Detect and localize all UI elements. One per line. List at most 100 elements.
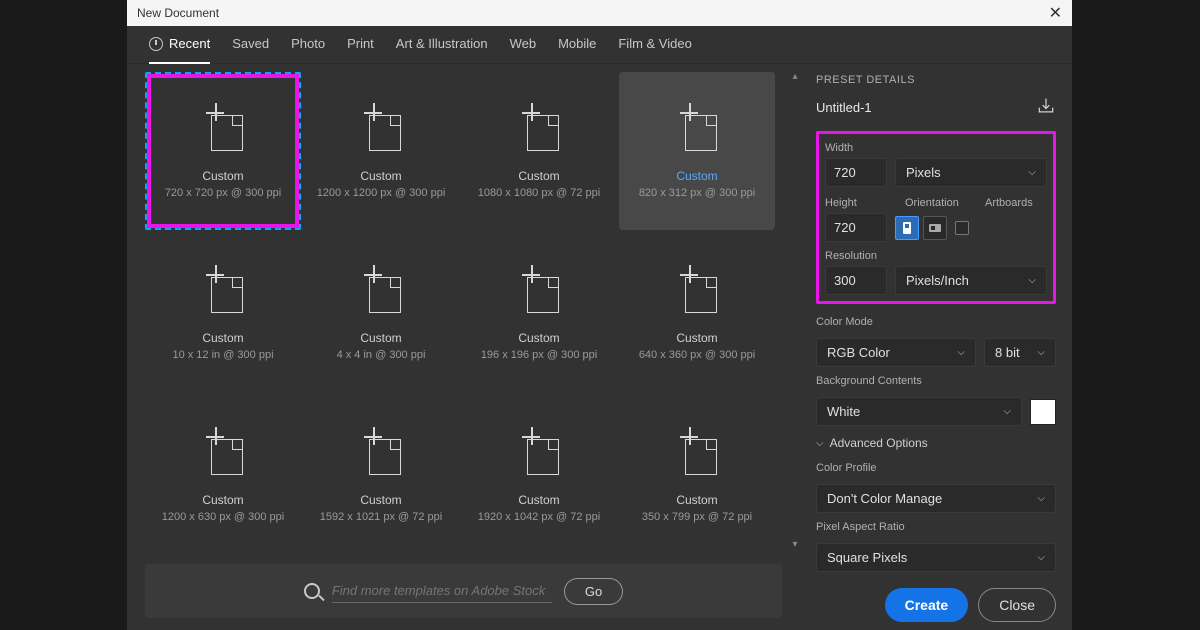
- document-icon: [201, 103, 245, 151]
- document-icon: [675, 265, 719, 313]
- preset-subtitle: 196 x 196 px @ 300 ppi: [481, 349, 597, 361]
- preset-tile[interactable]: Custom1080 x 1080 px @ 72 ppi: [461, 72, 617, 230]
- document-icon: [359, 265, 403, 313]
- category-tabs: Recent Saved Photo Print Art & Illustrat…: [127, 26, 1072, 64]
- bg-label: Background Contents: [816, 375, 1056, 387]
- scroll-up-icon[interactable]: ▴: [790, 72, 800, 82]
- preset-details-panel: PRESET DETAILS Untitled-1 Width Pixels⌵ …: [800, 64, 1072, 630]
- preset-subtitle: 1592 x 1021 px @ 72 ppi: [320, 511, 442, 523]
- chevron-down-icon: ⌵: [1037, 347, 1045, 358]
- dialog-title: New Document: [137, 6, 219, 20]
- new-document-dialog: New Document ✕ Recent Saved Photo Print …: [127, 0, 1072, 630]
- document-name[interactable]: Untitled-1: [816, 100, 872, 115]
- tab-photo[interactable]: Photo: [291, 26, 325, 64]
- preset-title: Custom: [676, 493, 717, 507]
- advanced-options-toggle[interactable]: ⌵Advanced Options: [816, 436, 1056, 450]
- aspect-select[interactable]: Square Pixels⌵: [816, 543, 1056, 572]
- preset-subtitle: 720 x 720 px @ 300 ppi: [165, 187, 281, 199]
- bg-color-swatch[interactable]: [1030, 399, 1056, 425]
- document-icon: [359, 427, 403, 475]
- scroll-down-icon[interactable]: ▾: [790, 540, 800, 550]
- document-icon: [517, 103, 561, 151]
- chevron-down-icon: ⌵: [1028, 167, 1036, 178]
- artboards-label: Artboards: [985, 197, 1047, 209]
- preset-subtitle: 4 x 4 in @ 300 ppi: [337, 349, 426, 361]
- profile-label: Color Profile: [816, 462, 1056, 474]
- document-icon: [359, 103, 403, 151]
- preset-tile[interactable]: Custom1200 x 630 px @ 300 ppi: [145, 396, 301, 554]
- document-icon: [201, 427, 245, 475]
- preset-tile[interactable]: Custom 1592 x 1021 px @ 72 ppi: [303, 396, 459, 554]
- tab-art[interactable]: Art & Illustration: [396, 26, 488, 64]
- preset-title: Custom: [518, 169, 559, 183]
- preset-tile[interactable]: Custom 4 x 4 in @ 300 ppi: [303, 234, 459, 392]
- preset-tile[interactable]: Custom820 x 312 px @ 300 ppi: [619, 72, 775, 230]
- preset-subtitle: 1920 x 1042 px @ 72 ppi: [478, 511, 600, 523]
- titlebar: New Document ✕: [127, 0, 1072, 26]
- resolution-label: Resolution: [825, 250, 1047, 262]
- document-icon: [517, 265, 561, 313]
- preset-title: Custom: [202, 169, 243, 183]
- chevron-down-icon: ⌵: [1037, 552, 1045, 563]
- preset-title: Custom: [202, 331, 243, 345]
- document-icon: [201, 265, 245, 313]
- stock-search-input[interactable]: [332, 579, 552, 603]
- orientation-portrait-button[interactable]: [895, 216, 919, 240]
- resolution-input[interactable]: [825, 266, 887, 295]
- save-preset-icon[interactable]: [1036, 96, 1056, 119]
- height-label: Height: [825, 197, 887, 209]
- chevron-down-icon: ⌵: [1003, 406, 1011, 417]
- width-unit-select[interactable]: Pixels⌵: [895, 158, 1047, 187]
- chevron-down-icon: ⌵: [816, 438, 824, 449]
- scrollbar[interactable]: ▴ ▾: [790, 72, 800, 550]
- preset-subtitle: 1200 x 1200 px @ 300 ppi: [317, 187, 446, 199]
- preset-title: Custom: [676, 169, 717, 183]
- width-input[interactable]: [825, 158, 887, 187]
- chevron-down-icon: ⌵: [1037, 493, 1045, 504]
- stock-search-bar: Go: [145, 564, 782, 618]
- preset-subtitle: 640 x 360 px @ 300 ppi: [639, 349, 755, 361]
- go-button[interactable]: Go: [564, 578, 623, 605]
- preset-grid: Custom720 x 720 px @ 300 ppiCustom1200 x…: [145, 72, 788, 554]
- preset-title: Custom: [360, 331, 401, 345]
- color-profile-select[interactable]: Don't Color Manage⌵: [816, 484, 1056, 513]
- document-icon: [675, 103, 719, 151]
- tab-recent[interactable]: Recent: [149, 26, 210, 64]
- height-input[interactable]: [825, 213, 887, 242]
- tab-saved[interactable]: Saved: [232, 26, 269, 64]
- search-icon: [304, 583, 320, 599]
- colormode-label: Color Mode: [816, 316, 1056, 328]
- preset-title: Custom: [202, 493, 243, 507]
- document-icon: [517, 427, 561, 475]
- dimensions-highlight: Width Pixels⌵ Height Orientation Artboar…: [816, 131, 1056, 304]
- preset-tile[interactable]: Custom350 x 799 px @ 72 ppi: [619, 396, 775, 554]
- tab-print[interactable]: Print: [347, 26, 374, 64]
- artboards-checkbox[interactable]: [955, 221, 969, 235]
- preset-tile[interactable]: Custom 196 x 196 px @ 300 ppi: [461, 234, 617, 392]
- close-button[interactable]: Close: [978, 588, 1056, 622]
- create-button[interactable]: Create: [885, 588, 969, 622]
- preset-title: Custom: [676, 331, 717, 345]
- preset-title: Custom: [518, 493, 559, 507]
- resolution-unit-select[interactable]: Pixels/Inch⌵: [895, 266, 1047, 295]
- close-icon[interactable]: ✕: [1049, 3, 1062, 23]
- preset-tile[interactable]: Custom 720 x 720 px @ 300 ppi: [145, 72, 301, 230]
- panel-heading: PRESET DETAILS: [816, 74, 1056, 86]
- preset-title: Custom: [360, 493, 401, 507]
- tab-mobile[interactable]: Mobile: [558, 26, 596, 64]
- colormode-select[interactable]: RGB Color⌵: [816, 338, 976, 367]
- width-label: Width: [825, 142, 1047, 154]
- orientation-landscape-button[interactable]: [923, 216, 947, 240]
- preset-tile[interactable]: Custom 1920 x 1042 px @ 72 ppi: [461, 396, 617, 554]
- tab-film[interactable]: Film & Video: [618, 26, 691, 64]
- bg-select[interactable]: White⌵: [816, 397, 1022, 426]
- preset-tile[interactable]: Custom 640 x 360 px @ 300 ppi: [619, 234, 775, 392]
- tab-web[interactable]: Web: [510, 26, 537, 64]
- preset-tile[interactable]: Custom1200 x 1200 px @ 300 ppi: [303, 72, 459, 230]
- preset-tile[interactable]: Custom 10 x 12 in @ 300 ppi: [145, 234, 301, 392]
- clock-icon: [149, 37, 163, 51]
- preset-subtitle: 10 x 12 in @ 300 ppi: [172, 349, 273, 361]
- bitdepth-select[interactable]: 8 bit⌵: [984, 338, 1056, 367]
- preset-title: Custom: [518, 331, 559, 345]
- chevron-down-icon: ⌵: [957, 347, 965, 358]
